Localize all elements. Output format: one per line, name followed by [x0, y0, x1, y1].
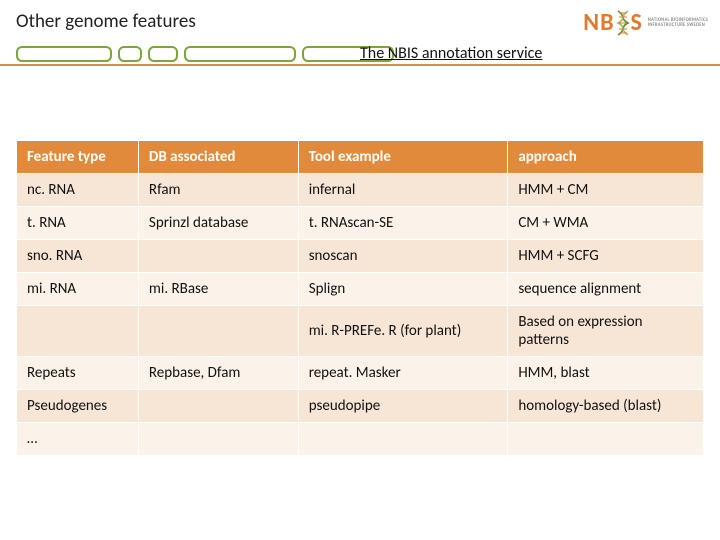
- table-cell: [138, 240, 298, 273]
- logo-subtext: NATIONAL BIOINFORMATICS INFRASTRUCTURE S…: [648, 18, 708, 28]
- table-cell: mi. RBase: [138, 273, 298, 306]
- table-cell: t. RNAscan-SE: [298, 207, 508, 240]
- slide: Other genome features NB S NATIONAL BIOI…: [0, 0, 720, 540]
- table-row: mi. R-PREFe. R (for plant)Based on expre…: [17, 306, 704, 357]
- col-header: DB associated: [138, 141, 298, 174]
- table-cell: Pseudogenes: [17, 390, 139, 423]
- table-cell: [298, 423, 508, 456]
- logo-sub-line1: NATIONAL BIOINFORMATICS: [648, 18, 708, 23]
- table-cell: mi. R-PREFe. R (for plant): [298, 306, 508, 357]
- table-cell: infernal: [298, 174, 508, 207]
- table-cell: [508, 423, 704, 456]
- table-cell: nc. RNA: [17, 174, 139, 207]
- table-cell: pseudopipe: [298, 390, 508, 423]
- table-row: sno. RNA snoscanHMM + SCFG: [17, 240, 704, 273]
- table-row: mi. RNAmi. RBaseSplignsequence alignment: [17, 273, 704, 306]
- col-header: Feature type: [17, 141, 139, 174]
- table-cell: Rfam: [138, 174, 298, 207]
- table-cell: Based on expression patterns: [508, 306, 704, 357]
- subtitle: The NBIS annotation service: [360, 44, 542, 63]
- col-header: approach: [508, 141, 704, 174]
- table-row: nc. RNARfaminfernalHMM + CM: [17, 174, 704, 207]
- exon-bar: [148, 46, 178, 62]
- features-table: Feature type DB associated Tool example …: [16, 140, 704, 456]
- table-cell: …: [17, 423, 139, 456]
- logo-text-right: S: [631, 8, 643, 37]
- table-cell: Repbase, Dfam: [138, 357, 298, 390]
- table-cell: [138, 423, 298, 456]
- table-cell: t. RNA: [17, 207, 139, 240]
- table-row: RepeatsRepbase, Dfamrepeat. MaskerHMM, b…: [17, 357, 704, 390]
- logo: NB S NATIONAL BIOINFORMATICS INFRASTRUCT…: [583, 8, 708, 37]
- table-cell: snoscan: [298, 240, 508, 273]
- dna-helix-icon: [616, 10, 630, 36]
- exon-bar: [118, 46, 142, 62]
- page-title: Other genome features: [16, 10, 196, 33]
- logo-main: NB S: [583, 8, 643, 37]
- table-cell: HMM, blast: [508, 357, 704, 390]
- table-cell: CM + WMA: [508, 207, 704, 240]
- table-cell: Repeats: [17, 357, 139, 390]
- table-row: Pseudogenes pseudopipehomology-based (bla…: [17, 390, 704, 423]
- table-cell: [138, 306, 298, 357]
- table-cell: mi. RNA: [17, 273, 139, 306]
- table-cell: Splign: [298, 273, 508, 306]
- table-cell: [17, 306, 139, 357]
- table-cell: homology-based (blast): [508, 390, 704, 423]
- table-row: t. RNASprinzl databaset. RNAscan-SECM + …: [17, 207, 704, 240]
- table-body: nc. RNARfaminfernalHMM + CMt. RNASprinzl…: [17, 174, 704, 456]
- table-header-row: Feature type DB associated Tool example …: [17, 141, 704, 174]
- table-cell: sno. RNA: [17, 240, 139, 273]
- table-cell: [138, 390, 298, 423]
- table-row: …: [17, 423, 704, 456]
- table-cell: HMM + CM: [508, 174, 704, 207]
- table-cell: repeat. Masker: [298, 357, 508, 390]
- exon-bar: [16, 46, 112, 62]
- gene-model-graphic: [16, 46, 394, 62]
- logo-text-left: NB: [583, 8, 614, 37]
- table-cell: Sprinzl database: [138, 207, 298, 240]
- table-cell: HMM + SCFG: [508, 240, 704, 273]
- table-cell: sequence alignment: [508, 273, 704, 306]
- divider: [0, 64, 720, 66]
- col-header: Tool example: [298, 141, 508, 174]
- exon-bar: [184, 46, 296, 62]
- logo-sub-line2: INFRASTRUCTURE SWEDEN: [648, 23, 708, 28]
